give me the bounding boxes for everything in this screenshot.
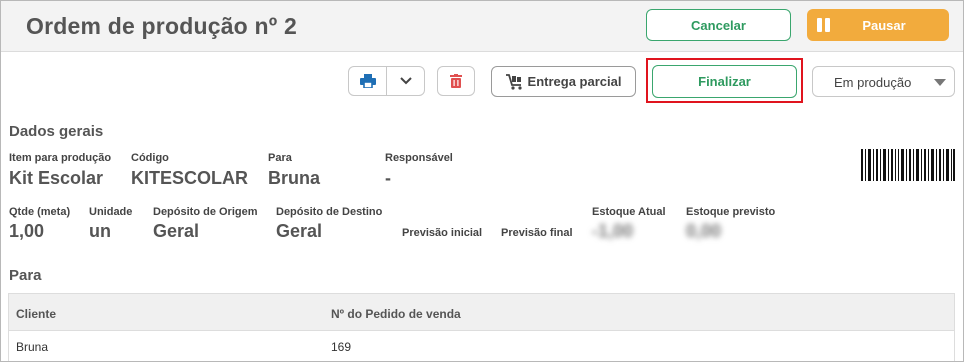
final-forecast-label: Previsão final <box>501 227 573 239</box>
delete-button[interactable] <box>437 66 475 96</box>
status-select[interactable]: Em produção <box>812 66 955 97</box>
partial-delivery-label: Entrega parcial <box>527 74 622 89</box>
cell-order-number: 169 <box>331 340 352 354</box>
qty-label: Qtde (meta) <box>9 206 71 218</box>
column-header-order-number: Nº do Pedido de venda <box>331 307 461 321</box>
current-stock-label: Estoque Atual <box>592 206 666 218</box>
forecast-stock-value: 0,00 <box>686 221 722 241</box>
for-value: Bruna <box>268 168 321 188</box>
pause-button-label: Pausar <box>862 17 906 33</box>
column-header-client: Cliente <box>16 307 57 321</box>
for-label: Para <box>268 152 292 164</box>
caret-down-icon <box>934 79 946 86</box>
initial-forecast-label: Previsão inicial <box>402 227 483 239</box>
print-button[interactable] <box>349 67 387 95</box>
cell-client: Bruna <box>16 340 49 354</box>
printer-icon <box>359 74 376 88</box>
print-options-toggle[interactable] <box>387 67 424 95</box>
page-title: Ordem de produção nº 2 <box>26 13 297 39</box>
chevron-down-icon <box>399 77 412 85</box>
origin-depot-label: Depósito de Origem <box>153 206 258 218</box>
recipients-section-title: Para <box>9 267 42 284</box>
cart-icon <box>505 73 522 90</box>
responsible-value: - <box>385 168 391 188</box>
print-button-group <box>348 66 425 96</box>
partial-delivery-button[interactable]: Entrega parcial <box>491 66 636 97</box>
finish-button[interactable]: Finalizar <box>652 65 797 98</box>
status-select-value: Em produção <box>834 75 912 90</box>
cancel-button[interactable]: Cancelar <box>646 9 791 41</box>
destination-depot-value: Geral <box>276 221 323 241</box>
forecast-stock-label: Estoque previsto <box>686 206 776 218</box>
destination-depot-label: Depósito de Destino <box>276 206 383 218</box>
item-label: Item para produção <box>9 152 112 164</box>
qty-value: 1,00 <box>9 221 45 241</box>
barcode-icon <box>861 149 955 181</box>
trash-icon <box>450 74 462 88</box>
item-value: Kit Escolar <box>9 168 104 188</box>
code-label: Código <box>131 152 169 164</box>
unit-label: Unidade <box>89 206 133 218</box>
general-section-title: Dados gerais <box>9 123 104 140</box>
recipients-table: Cliente Nº do Pedido de venda Bruna 169 <box>8 293 955 361</box>
unit-value: un <box>89 221 111 241</box>
responsible-label: Responsável <box>385 152 453 164</box>
origin-depot-value: Geral <box>153 221 200 241</box>
code-value: KITESCOLAR <box>131 168 248 188</box>
pause-icon <box>817 18 831 32</box>
current-stock-value: -1,00 <box>592 221 634 241</box>
table-header: Cliente Nº do Pedido de venda <box>9 293 954 331</box>
pause-button[interactable]: Pausar <box>807 9 949 41</box>
